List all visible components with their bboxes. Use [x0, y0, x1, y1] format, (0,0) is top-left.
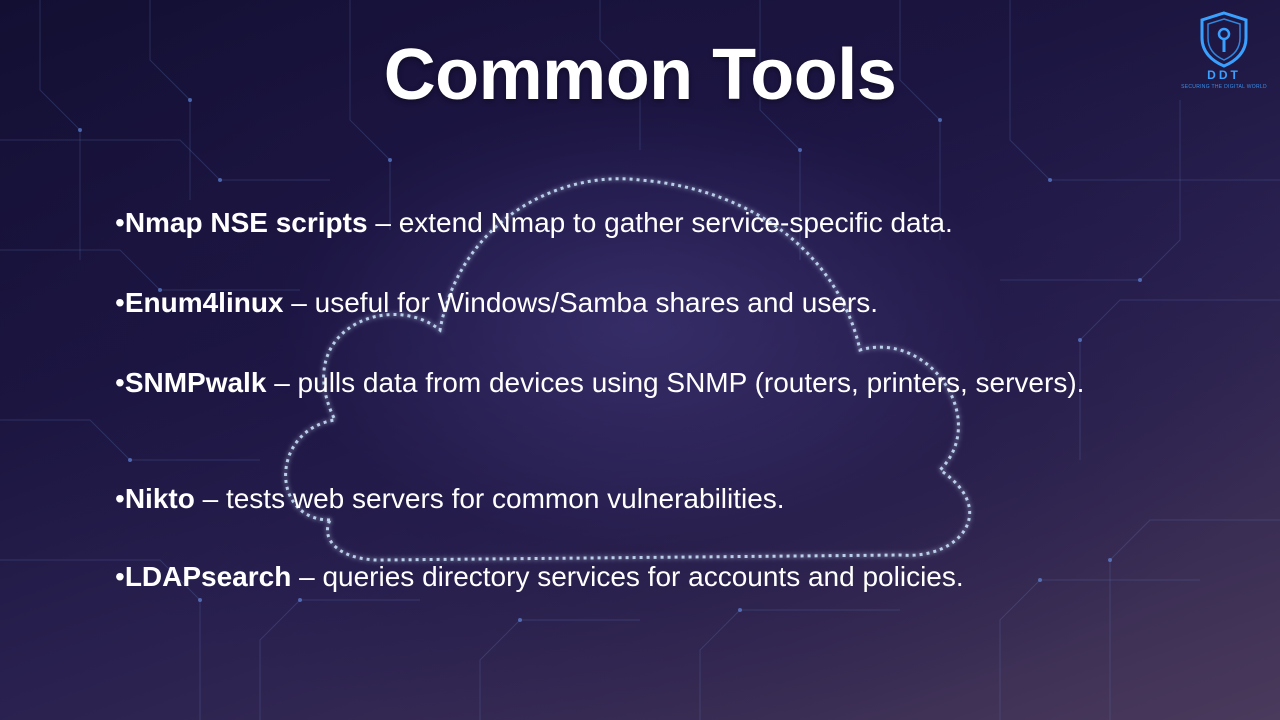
tool-description: – tests web servers for common vulnerabi…: [194, 483, 785, 514]
bullet-item: •LDAPsearch – queries directory services…: [115, 559, 1125, 595]
tool-description: – pulls data from devices using SNMP (ro…: [266, 367, 1085, 398]
bullet-marker: •: [115, 483, 125, 514]
tool-name: Nmap NSE scripts: [124, 207, 368, 238]
bullet-item: •Nikto – tests web servers for common vu…: [115, 481, 1125, 517]
bullet-marker: •: [115, 287, 125, 318]
tool-name: Enum4linux: [124, 287, 284, 318]
tool-description: – useful for Windows/Samba shares and us…: [283, 287, 879, 318]
slide: Common Tools •Nmap NSE scripts – extend …: [0, 0, 1280, 720]
tool-description: – extend Nmap to gather service-specific…: [367, 207, 953, 238]
bullet-item: •Enum4linux – useful for Windows/Samba s…: [115, 285, 1125, 321]
tool-name: LDAPsearch: [124, 561, 292, 592]
logo-name: DDT: [1207, 68, 1241, 82]
tool-name: Nikto: [124, 483, 195, 514]
bullet-marker: •: [115, 367, 125, 398]
ddt-logo: DDT SECURING THE DIGITAL WORLD: [1176, 10, 1272, 94]
slide-title: Common Tools: [383, 35, 897, 115]
bullet-marker: •: [115, 561, 125, 592]
tool-description: – queries directory services for account…: [291, 561, 964, 592]
bullet-marker: •: [115, 207, 125, 238]
shield-keyhole-icon: [1200, 11, 1248, 68]
logo-tagline: SECURING THE DIGITAL WORLD: [1181, 84, 1267, 90]
tool-name: SNMPwalk: [124, 367, 267, 398]
bullet-item: •Nmap NSE scripts – extend Nmap to gathe…: [115, 205, 1125, 241]
bullet-item: •SNMPwalk – pulls data from devices usin…: [115, 365, 1125, 401]
